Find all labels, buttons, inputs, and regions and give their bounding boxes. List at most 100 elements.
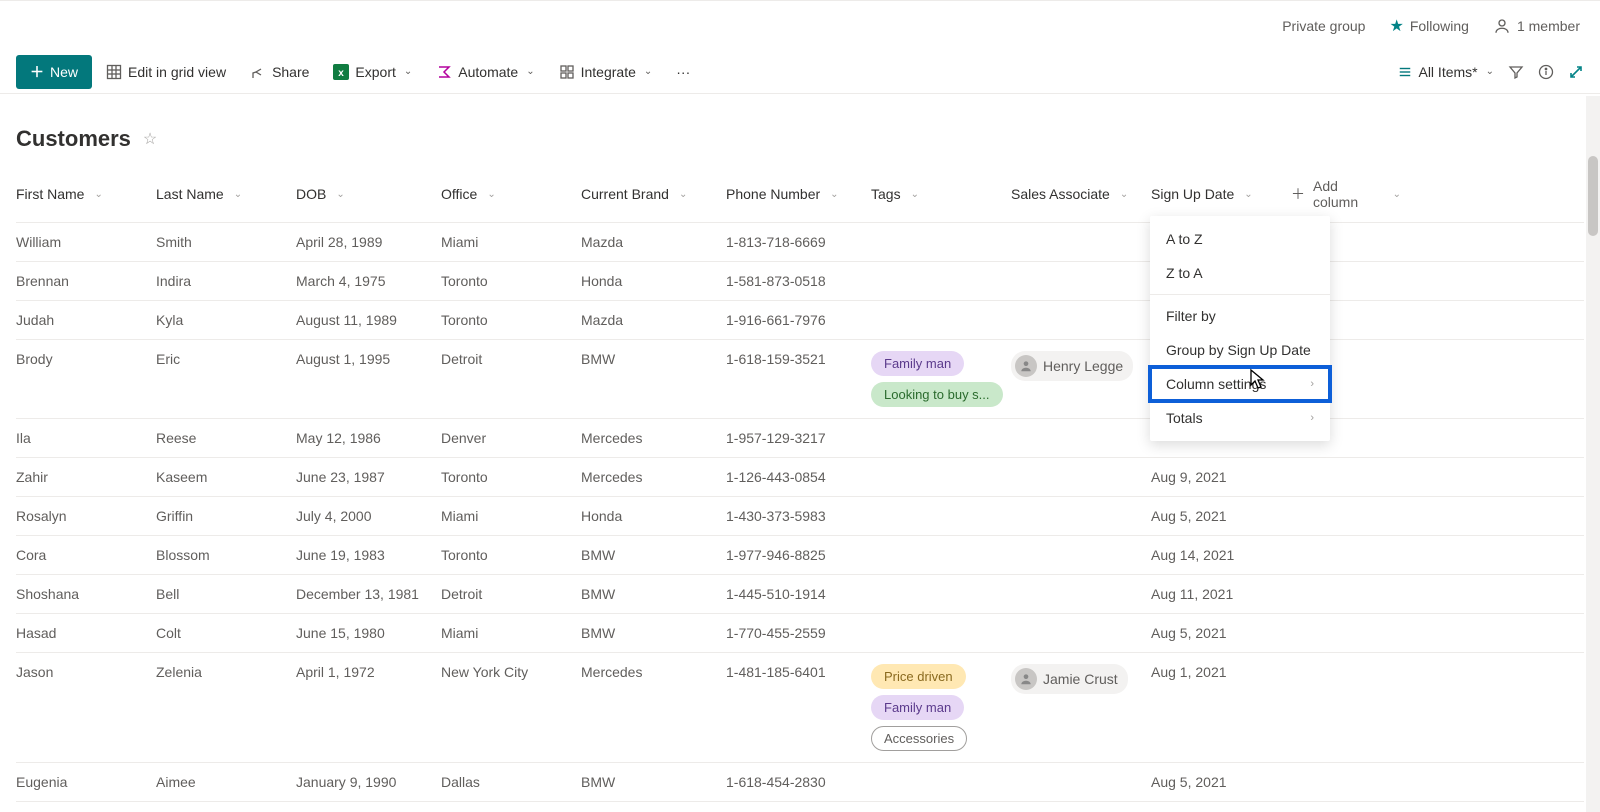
expand-icon[interactable] [1568, 64, 1584, 80]
cell: BMW [581, 586, 726, 602]
cell: 1-481-185-6401 [726, 664, 871, 680]
cell: Eugenia [16, 774, 156, 790]
table-row[interactable]: CoraBlossomJune 19, 1983TorontoBMW1-977-… [16, 536, 1584, 575]
table-row[interactable]: JasonZeleniaApril 1, 1972New York CityMe… [16, 653, 1584, 763]
col-office[interactable]: Office⌄ [441, 186, 581, 202]
menu-z-to-a[interactable]: Z to A [1150, 256, 1330, 290]
chevron-down-icon: ⌄ [94, 189, 102, 200]
cell: Griffin [156, 508, 296, 524]
more-button[interactable]: ··· [666, 58, 700, 86]
cell: 1-618-159-3521 [726, 351, 871, 367]
following-button[interactable]: ★ Following [1389, 16, 1468, 36]
view-name: All Items* [1418, 64, 1477, 80]
share-icon [250, 64, 266, 80]
svg-text:x: x [339, 68, 345, 79]
cell: January 9, 1990 [296, 774, 441, 790]
signup-cell: Aug 11, 2021 [1151, 586, 1291, 602]
cell: BMW [581, 547, 726, 563]
signup-cell: Aug 9, 2021 [1151, 469, 1291, 485]
cell: Reese [156, 430, 296, 446]
chevron-down-icon: ⌄ [404, 66, 412, 77]
table-row[interactable]: ZahirKaseemJune 23, 1987TorontoMercedes1… [16, 458, 1584, 497]
table-row[interactable]: ShoshanaBellDecember 13, 1981DetroitBMW1… [16, 575, 1584, 614]
col-sales-associate[interactable]: Sales Associate⌄ [1011, 186, 1151, 202]
members-button[interactable]: 1 member [1493, 17, 1580, 35]
view-selector[interactable]: All Items* ⌄ [1388, 58, 1504, 86]
col-phone[interactable]: Phone Number⌄ [726, 186, 871, 202]
cell: Ila [16, 430, 156, 446]
excel-icon: x [333, 64, 349, 80]
tag-pill[interactable]: Family man [871, 351, 964, 376]
tag-pill[interactable]: Price driven [871, 664, 966, 689]
share-label: Share [272, 64, 309, 80]
tag-pill[interactable]: Accessories [871, 726, 967, 751]
menu-filter-by[interactable]: Filter by [1150, 299, 1330, 333]
favorite-star-icon[interactable]: ☆ [143, 129, 157, 149]
chevron-down-icon: ⌄ [336, 189, 344, 200]
col-signup-date[interactable]: Sign Up Date⌄ [1151, 186, 1291, 202]
signup-cell: Aug 5, 2021 [1151, 508, 1291, 524]
cell: June 23, 1987 [296, 469, 441, 485]
signup-cell: Aug 5, 2021 [1151, 774, 1291, 790]
share-button[interactable]: Share [240, 58, 319, 86]
chevron-down-icon: ⌄ [234, 189, 242, 200]
table-row[interactable]: BrodyEricAugust 1, 1995DetroitBMW1-618-1… [16, 340, 1584, 419]
person-chip[interactable]: Henry Legge [1011, 351, 1133, 381]
chevron-down-icon: ⌄ [830, 189, 838, 200]
tag-pill[interactable]: Family man [871, 695, 964, 720]
person-chip[interactable]: Jamie Crust [1011, 664, 1128, 694]
avatar-icon [1015, 355, 1037, 377]
scrollbar[interactable] [1586, 96, 1600, 812]
table-row[interactable]: JudahKylaAugust 11, 1989TorontoMazda1-91… [16, 301, 1584, 340]
signup-cell: Aug 1, 2021 [1151, 664, 1291, 680]
menu-a-to-z[interactable]: A to Z [1150, 222, 1330, 256]
integrate-icon [559, 64, 575, 80]
cell: 1-977-946-8825 [726, 547, 871, 563]
table-row[interactable]: IlaReeseMay 12, 1986DenverMercedes1-957-… [16, 419, 1584, 458]
private-group-text: Private group [1282, 18, 1365, 34]
cell: New York City [441, 664, 581, 680]
export-label: Export [355, 64, 395, 80]
automate-button[interactable]: Automate ⌄ [426, 58, 544, 86]
edit-grid-button[interactable]: Edit in grid view [96, 58, 236, 86]
col-dob[interactable]: DOB⌄ [296, 186, 441, 202]
menu-group-by[interactable]: Group by Sign Up Date [1150, 333, 1330, 367]
cell: Hasad [16, 625, 156, 641]
export-button[interactable]: x Export ⌄ [323, 58, 422, 86]
cell: 1-770-455-2559 [726, 625, 871, 641]
col-last-name[interactable]: Last Name⌄ [156, 186, 296, 202]
cell: June 15, 1980 [296, 625, 441, 641]
filter-icon[interactable] [1508, 64, 1524, 80]
chevron-down-icon: ⌄ [679, 189, 687, 200]
list-title: Customers [16, 126, 131, 152]
table-row[interactable]: WilliamSmithApril 28, 1989MiamiMazda1-81… [16, 223, 1584, 262]
col-first-name[interactable]: First Name⌄ [16, 186, 156, 202]
cell: Blossom [156, 547, 296, 563]
integrate-button[interactable]: Integrate ⌄ [549, 58, 663, 86]
cell: Miami [441, 508, 581, 524]
new-button[interactable]: ＋ New [16, 55, 92, 89]
menu-totals[interactable]: Totals › [1150, 401, 1330, 435]
cell: Aimee [156, 774, 296, 790]
col-tags[interactable]: Tags⌄ [871, 186, 1011, 202]
add-column-button[interactable]: ＋Add column⌄ [1291, 178, 1401, 210]
integrate-label: Integrate [581, 64, 636, 80]
scrollbar-thumb[interactable] [1588, 156, 1598, 236]
info-icon[interactable] [1538, 64, 1554, 80]
table-row[interactable]: RosalynGriffinJuly 4, 2000MiamiHonda1-43… [16, 497, 1584, 536]
cell: 1-957-129-3217 [726, 430, 871, 446]
sales-associate-cell: Henry Legge [1011, 351, 1151, 381]
person-name: Henry Legge [1043, 358, 1123, 374]
cell: 1-430-373-5983 [726, 508, 871, 524]
chevron-down-icon: ⌄ [1486, 66, 1494, 77]
menu-column-settings[interactable]: Column settings › [1150, 367, 1330, 401]
col-current-brand[interactable]: Current Brand⌄ [581, 186, 726, 202]
command-bar: ＋ New Edit in grid view Share x Export ⌄ [0, 50, 1600, 94]
table-row[interactable]: BrennanIndiraMarch 4, 1975TorontoHonda1-… [16, 262, 1584, 301]
list-title-row: Customers ☆ [0, 94, 1600, 166]
table-row[interactable]: EugeniaAimeeJanuary 9, 1990DallasBMW1-61… [16, 763, 1584, 802]
table-row[interactable]: HasadColtJune 15, 1980MiamiBMW1-770-455-… [16, 614, 1584, 653]
cell: Zelenia [156, 664, 296, 680]
cell: Toronto [441, 273, 581, 289]
tag-pill[interactable]: Looking to buy s... [871, 382, 1003, 407]
